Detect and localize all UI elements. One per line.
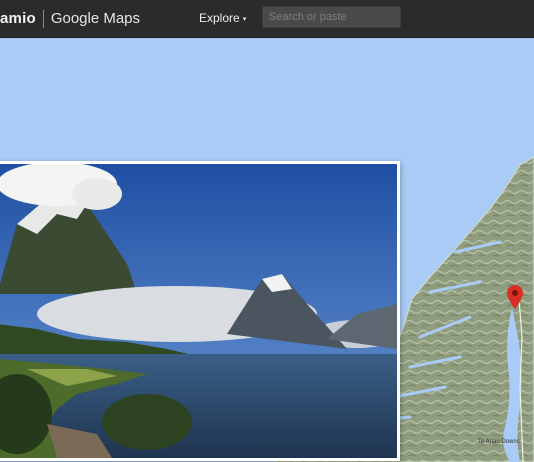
brand[interactable]: amio Google Maps: [0, 0, 140, 37]
map-pin-icon[interactable]: [507, 285, 523, 314]
brand-separator: [42, 9, 44, 28]
landscape-photo: [0, 164, 397, 458]
place-label: Te Anau Downs: [478, 439, 520, 445]
product-name: Google Maps: [50, 10, 141, 27]
top-bar: amio Google Maps Explore ▾: [0, 0, 534, 38]
explore-label: Explore: [199, 11, 240, 25]
chevron-down-icon: ▾: [242, 15, 247, 23]
explore-menu[interactable]: Explore ▾: [199, 9, 246, 27]
search-input[interactable]: [262, 6, 401, 28]
photo-card[interactable]: [0, 161, 400, 461]
brand-name: amio: [0, 10, 36, 27]
map-canvas[interactable]: Te Anau Downs: [0, 37, 534, 462]
